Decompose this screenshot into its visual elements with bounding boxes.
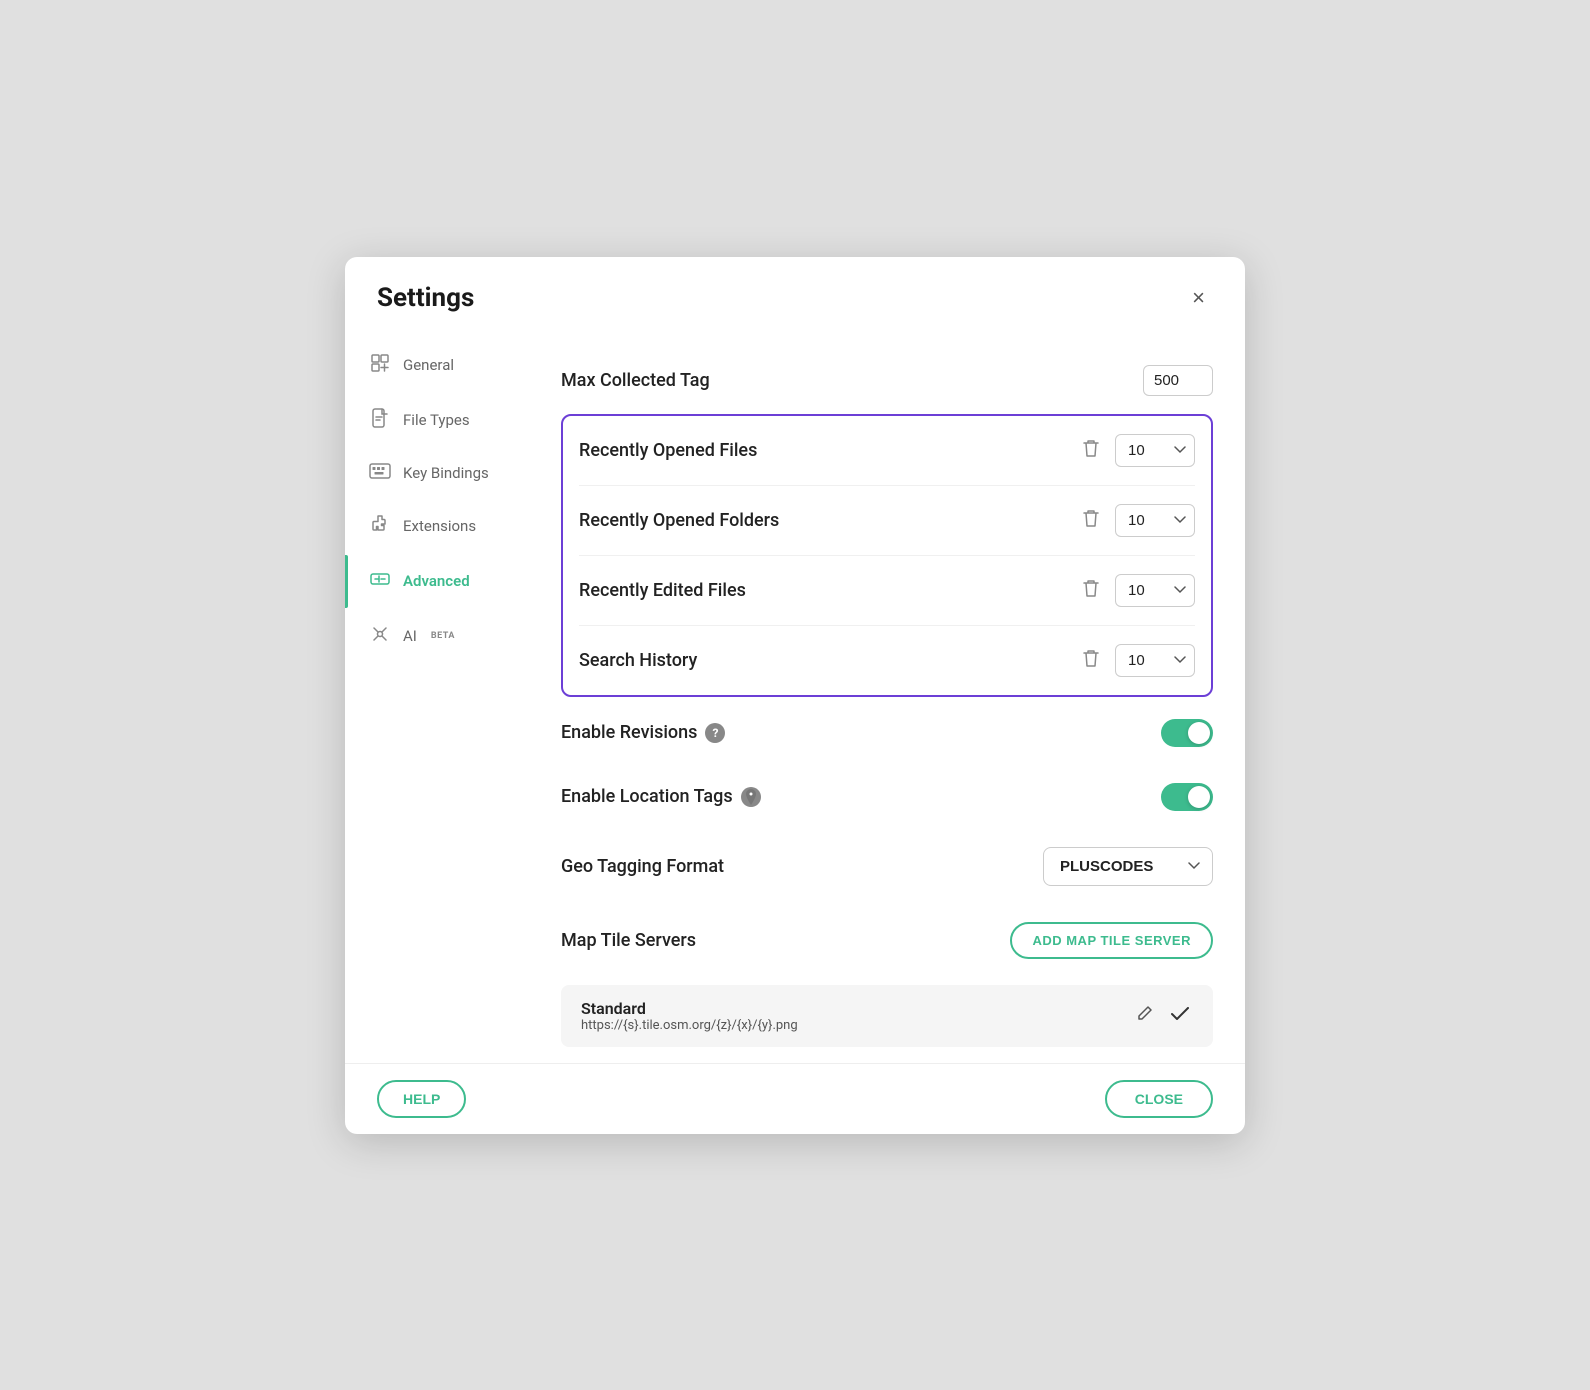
- tile-server-header: Standard https://{s}.tile.osm.org/{z}/{x…: [581, 999, 1193, 1033]
- ai-icon: [369, 624, 391, 649]
- enable-location-tags-row: Enable Location Tags: [561, 765, 1213, 829]
- sidebar-label-general: General: [403, 356, 454, 374]
- sidebar-label-file-types: File Types: [403, 411, 470, 429]
- sidebar-label-extensions: Extensions: [403, 517, 476, 535]
- recently-opened-files-trash-button[interactable]: [1077, 435, 1105, 466]
- extensions-icon: [369, 514, 391, 539]
- recently-opened-files-control: 102030: [1077, 434, 1195, 467]
- enable-location-tags-toggle[interactable]: [1161, 783, 1213, 811]
- search-history-label: Search History: [579, 650, 697, 671]
- toggle-knob: [1188, 722, 1210, 744]
- recently-opened-folders-control: 102030: [1077, 504, 1195, 537]
- sidebar-item-general[interactable]: General: [345, 339, 545, 392]
- toggle-knob-location: [1188, 786, 1210, 808]
- tile-server-url: https://{s}.tile.osm.org/{z}/{x}/{y}.png: [581, 1018, 798, 1033]
- search-history-row: Search History 102030: [579, 626, 1195, 695]
- recently-opened-files-row: Recently Opened Files 102030: [579, 416, 1195, 486]
- geo-tagging-format-select[interactable]: PLUSCODES GPS DMS: [1043, 847, 1213, 886]
- recently-opened-folders-label: Recently Opened Folders: [579, 510, 779, 531]
- sidebar-item-file-types[interactable]: File Types: [345, 394, 545, 447]
- enable-revisions-help-icon[interactable]: ?: [705, 723, 725, 743]
- dialog-header: Settings ×: [345, 257, 1245, 331]
- recently-opened-folders-row: Recently Opened Folders 102030: [579, 486, 1195, 556]
- sidebar-item-extensions[interactable]: Extensions: [345, 500, 545, 553]
- map-tile-servers-label: Map Tile Servers: [561, 930, 696, 951]
- tile-server-actions: [1133, 1001, 1193, 1030]
- tile-server-name: Standard: [581, 999, 798, 1018]
- max-collected-tag-input[interactable]: [1143, 365, 1213, 396]
- enable-location-tags-label: Enable Location Tags: [561, 786, 761, 807]
- sidebar-label-ai: AI: [403, 627, 417, 645]
- close-footer-button[interactable]: CLOSE: [1105, 1080, 1213, 1118]
- content-area: Max Collected Tag Recently Opened Files …: [545, 331, 1245, 1063]
- map-tile-servers-row: Map Tile Servers ADD MAP TILE SERVER: [561, 904, 1213, 977]
- general-icon: [369, 353, 391, 378]
- enable-location-tags-help-icon[interactable]: [741, 787, 761, 807]
- search-history-select[interactable]: 102030: [1115, 644, 1195, 677]
- settings-dialog: Settings × General File Types: [345, 257, 1245, 1134]
- tile-server-confirm-button[interactable]: [1167, 1001, 1193, 1030]
- geo-tagging-format-row: Geo Tagging Format PLUSCODES GPS DMS: [561, 829, 1213, 904]
- beta-badge: BETA: [431, 631, 455, 641]
- recently-edited-files-row: Recently Edited Files 102030: [579, 556, 1195, 626]
- sidebar-item-ai[interactable]: AI BETA: [345, 610, 545, 663]
- close-icon-button[interactable]: ×: [1184, 281, 1213, 315]
- max-collected-tag-label: Max Collected Tag: [561, 370, 710, 391]
- key-bindings-icon: [369, 463, 391, 484]
- geo-tagging-format-label: Geo Tagging Format: [561, 856, 724, 877]
- recently-edited-files-control: 102030: [1077, 574, 1195, 607]
- enable-revisions-label: Enable Revisions ?: [561, 722, 725, 743]
- sidebar: General File Types Key Bindings: [345, 331, 545, 1063]
- max-collected-tag-row: Max Collected Tag: [561, 347, 1213, 414]
- recently-edited-files-trash-button[interactable]: [1077, 575, 1105, 606]
- add-map-tile-server-button[interactable]: ADD MAP TILE SERVER: [1010, 922, 1213, 959]
- tile-server-edit-button[interactable]: [1133, 1001, 1157, 1030]
- search-history-trash-button[interactable]: [1077, 645, 1105, 676]
- sidebar-label-key-bindings: Key Bindings: [403, 464, 489, 482]
- recently-edited-files-label: Recently Edited Files: [579, 580, 746, 601]
- search-history-control: 102030: [1077, 644, 1195, 677]
- dialog-footer: HELP CLOSE: [345, 1063, 1245, 1134]
- recently-opened-folders-trash-button[interactable]: [1077, 505, 1105, 536]
- file-types-icon: [369, 408, 391, 433]
- sidebar-item-key-bindings[interactable]: Key Bindings: [345, 449, 545, 498]
- sidebar-item-advanced[interactable]: Advanced: [345, 555, 545, 608]
- dialog-body: General File Types Key Bindings: [345, 331, 1245, 1063]
- advanced-icon: [369, 569, 391, 594]
- dialog-title: Settings: [377, 283, 474, 313]
- tile-server-entry: Standard https://{s}.tile.osm.org/{z}/{x…: [561, 985, 1213, 1047]
- recently-opened-files-select[interactable]: 102030: [1115, 434, 1195, 467]
- sidebar-label-advanced: Advanced: [403, 572, 470, 590]
- enable-revisions-row: Enable Revisions ?: [561, 701, 1213, 765]
- help-button[interactable]: HELP: [377, 1080, 466, 1118]
- recently-opened-files-label: Recently Opened Files: [579, 440, 757, 461]
- enable-revisions-toggle[interactable]: [1161, 719, 1213, 747]
- recently-edited-files-select[interactable]: 102030: [1115, 574, 1195, 607]
- recently-opened-folders-select[interactable]: 102030: [1115, 504, 1195, 537]
- recently-box: Recently Opened Files 102030 Recently Op…: [561, 414, 1213, 697]
